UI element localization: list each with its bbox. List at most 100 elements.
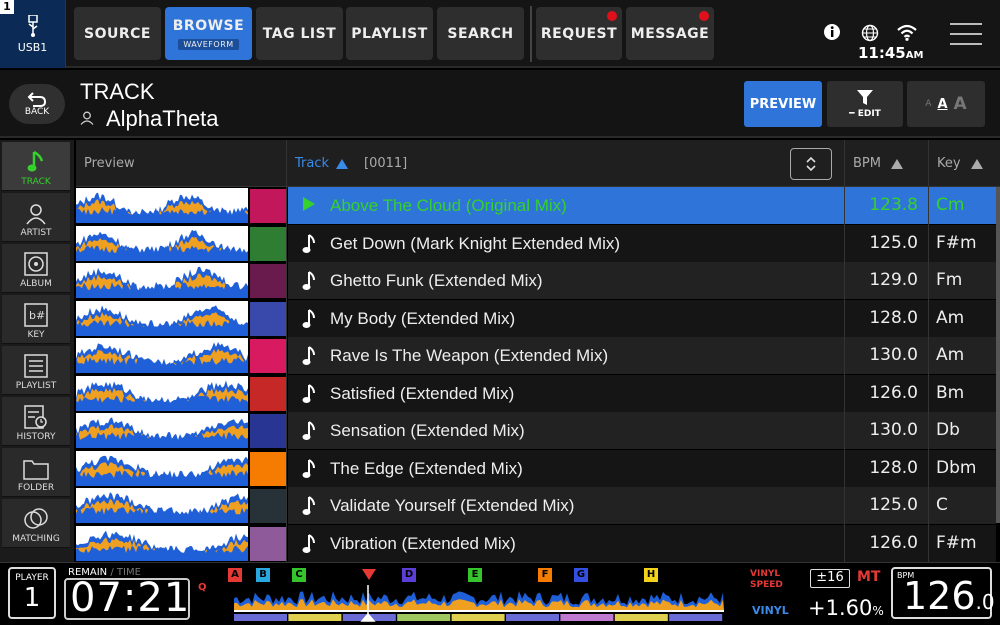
person-icon <box>26 204 46 225</box>
tab-playlist[interactable]: PLAYLIST <box>346 7 433 60</box>
track-row[interactable]: Above The Cloud (Original Mix) 123.8 Cm <box>76 187 996 224</box>
track-row[interactable]: The Edge (Extended Mix) 128.0 Dbm <box>76 449 996 487</box>
hot-cue-c[interactable]: C <box>292 568 306 582</box>
preview-waveform[interactable] <box>76 338 248 373</box>
tab-search[interactable]: SEARCH <box>437 7 524 60</box>
phrase-segment <box>234 614 287 621</box>
hot-cue-h[interactable]: H <box>644 568 658 582</box>
hot-cue-a[interactable]: A <box>228 568 242 582</box>
globe-icon[interactable] <box>861 24 879 42</box>
tab-browse[interactable]: BROWSE WAVEFORM <box>165 7 252 60</box>
edit-label: ━ EDIT <box>849 109 881 119</box>
album-art <box>250 264 286 298</box>
sort-updown-icon <box>806 156 816 172</box>
tab-source[interactable]: SOURCE <box>74 7 161 60</box>
phrase-segment <box>397 614 451 621</box>
track-row[interactable]: Rave Is The Weapon (Extended Mix) 130.0 Am <box>76 337 996 374</box>
track-key: Dbm <box>936 457 977 478</box>
track-row[interactable]: My Body (Extended Mix) 128.0 Am <box>76 299 996 337</box>
track-bpm: 126.0 <box>869 382 918 403</box>
folder-icon <box>23 460 49 480</box>
preview-waveform[interactable] <box>76 450 248 486</box>
preview-waveform[interactable] <box>76 413 248 448</box>
notification-dot <box>607 11 617 21</box>
back-arrow-icon <box>27 92 47 107</box>
disc-icon <box>24 252 48 276</box>
track-row[interactable]: Get Down (Mark Knight Extended Mix) 125.0… <box>76 224 996 262</box>
column-header-track[interactable]: Track [0011] <box>286 140 844 187</box>
album-art <box>250 376 286 411</box>
tab-playlist-label: PLAYLIST <box>351 25 428 42</box>
tab-tag-list[interactable]: TAG LIST <box>256 7 343 60</box>
track-row[interactable]: Satisfied (Extended Mix) 126.0 Bm <box>76 374 996 412</box>
track-key: Fm <box>936 270 963 290</box>
preview-waveform[interactable] <box>76 488 248 523</box>
notification-dot <box>699 11 709 21</box>
preview-waveform[interactable] <box>76 375 248 411</box>
track-bpm: 130.0 <box>869 345 918 365</box>
hot-cue-f[interactable]: F <box>538 568 552 582</box>
sidebar-item-track[interactable]: TRACK <box>2 142 70 191</box>
track-row[interactable]: Sensation (Extended Mix) 130.0 Db <box>76 412 996 449</box>
sort-order-button[interactable] <box>790 148 832 180</box>
sidebar-item-key[interactable]: b# KEY <box>2 295 70 344</box>
back-button[interactable]: BACK <box>9 84 65 124</box>
track-title: Ghetto Funk (Extended Mix) <box>330 271 543 290</box>
column-header-key[interactable]: Key <box>928 140 1000 187</box>
tab-message[interactable]: MESSAGE <box>626 7 714 60</box>
track-key: Am <box>936 345 965 365</box>
preview-waveform[interactable] <box>76 188 248 223</box>
track-row[interactable]: Ghetto Funk (Extended Mix) 129.0 Fm <box>76 262 996 299</box>
preview-waveform[interactable] <box>76 263 248 298</box>
filter-edit-button[interactable]: ━ EDIT <box>827 81 903 127</box>
phrase-segment <box>669 614 723 621</box>
hot-cue-g[interactable]: G <box>574 568 588 582</box>
font-size-button[interactable]: A A A <box>907 81 985 127</box>
history-icon <box>24 405 47 429</box>
track-title: Rave Is The Weapon (Extended Mix) <box>330 346 609 365</box>
hot-cue-e[interactable]: E <box>468 568 482 582</box>
sidebar-item-artist[interactable]: ARTIST <box>2 193 70 242</box>
sidebar-item-label: ALBUM <box>20 279 52 289</box>
sidebar-item-folder[interactable]: FOLDER <box>2 448 70 497</box>
preview-waveform[interactable] <box>76 300 248 336</box>
track-key: Am <box>936 307 965 328</box>
column-header-bpm[interactable]: BPM <box>844 140 928 187</box>
track-title: Satisfied (Extended Mix) <box>330 383 515 403</box>
track-bpm: 128.0 <box>869 457 918 478</box>
column-divider <box>286 187 287 562</box>
sidebar-item-playlist[interactable]: PLAYLIST <box>2 346 70 395</box>
music-note-icon <box>27 150 44 172</box>
hot-cue-d[interactable]: D <box>402 568 416 582</box>
sidebar-item-matching[interactable]: MATCHING <box>2 499 70 548</box>
column-header-preview[interactable]: Preview <box>76 140 286 187</box>
tab-request[interactable]: REQUEST <box>536 7 622 60</box>
track-title: The Edge (Extended Mix) <box>330 458 523 478</box>
hot-cue-b[interactable]: B <box>256 568 270 582</box>
overview-baseline <box>234 610 724 612</box>
music-note-icon <box>302 421 315 440</box>
tempo-range[interactable]: ±16 <box>810 569 850 588</box>
album-art <box>250 526 286 561</box>
column-divider <box>928 187 929 562</box>
preview-waveform[interactable] <box>76 525 248 561</box>
clock-ampm: AM <box>905 50 924 61</box>
preview-waveform[interactable] <box>76 225 248 261</box>
track-bpm: 130.0 <box>869 420 918 440</box>
track-row[interactable]: Vibration (Extended Mix) 126.0 F#m <box>76 524 996 562</box>
phrase-segment <box>288 614 342 621</box>
tab-tag-list-label: TAG LIST <box>262 25 337 42</box>
scrollbar[interactable] <box>996 187 1000 523</box>
track-key: C <box>936 495 948 515</box>
sort-ascending-icon <box>336 158 349 169</box>
sidebar-item-history[interactable]: HISTORY <box>2 397 70 446</box>
menu-icon[interactable] <box>950 22 982 46</box>
preview-button[interactable]: PREVIEW <box>744 81 822 127</box>
track-overview[interactable]: AB C D E F G H <box>228 567 728 623</box>
info-icon[interactable] <box>823 23 841 41</box>
deck-number-badge: 1 <box>0 0 14 14</box>
column-preview-label: Preview <box>84 156 135 171</box>
track-row[interactable]: Validate Yourself (Extended Mix) 125.0 C <box>76 487 996 524</box>
pitch-unit: % <box>872 604 884 618</box>
sidebar-item-album[interactable]: ALBUM <box>2 244 70 293</box>
